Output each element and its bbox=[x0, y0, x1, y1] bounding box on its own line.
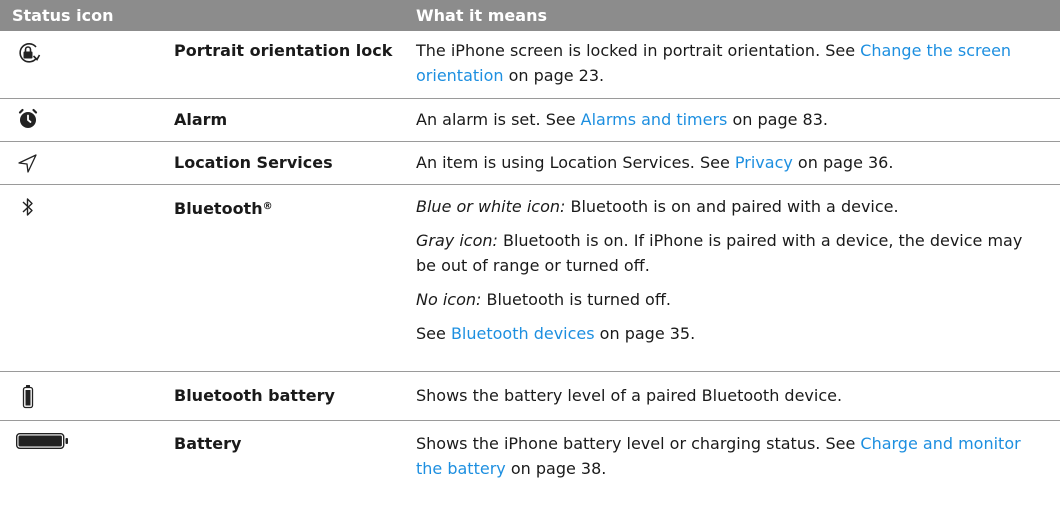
table-header: Status icon What it means bbox=[0, 0, 1060, 31]
link-alarms-and-timers[interactable]: Alarms and timers bbox=[581, 110, 728, 129]
row-description: An alarm is set. See Alarms and timers o… bbox=[416, 110, 828, 129]
portrait-orientation-lock-icon bbox=[16, 41, 41, 65]
bluetooth-battery-icon bbox=[16, 384, 40, 409]
bluetooth-paragraph-gray: Gray icon: Bluetooth is on. If iPhone is… bbox=[416, 231, 1023, 275]
bluetooth-paragraph-blue: Blue or white icon: Bluetooth is on and … bbox=[416, 197, 899, 216]
row-description: Blue or white icon: Bluetooth is on and … bbox=[416, 194, 1036, 346]
link-privacy[interactable]: Privacy bbox=[735, 153, 793, 172]
row-name: Bluetooth® bbox=[174, 199, 273, 218]
row-description: An item is using Location Services. See … bbox=[416, 153, 894, 172]
row-name: Alarm bbox=[174, 110, 228, 129]
bluetooth-paragraph-none: No icon: Bluetooth is turned off. bbox=[416, 290, 671, 309]
bluetooth-icon bbox=[16, 195, 40, 219]
alarm-icon bbox=[16, 107, 40, 131]
table-row: Bluetooth battery Shows the battery leve… bbox=[0, 372, 1060, 420]
battery-icon bbox=[16, 433, 70, 449]
header-what-it-means: What it means bbox=[416, 6, 547, 25]
registered-mark: ® bbox=[262, 201, 273, 212]
table-row: Portrait orientation lock The iPhone scr… bbox=[0, 31, 1060, 96]
row-description: Shows the iPhone battery level or chargi… bbox=[416, 434, 1021, 478]
table-row: Bluetooth® Blue or white icon: Bluetooth… bbox=[0, 185, 1060, 371]
table-row: Alarm An alarm is set. See Alarms and ti… bbox=[0, 99, 1060, 141]
location-services-icon bbox=[16, 151, 40, 175]
row-name: Portrait orientation lock bbox=[174, 41, 393, 60]
row-description: The iPhone screen is locked in portrait … bbox=[416, 41, 1012, 85]
bluetooth-paragraph-see: See Bluetooth devices on page 35. bbox=[416, 324, 696, 343]
link-bluetooth-devices[interactable]: Bluetooth devices bbox=[451, 324, 595, 343]
row-name: Location Services bbox=[174, 153, 333, 172]
header-status-icon: Status icon bbox=[12, 6, 114, 25]
table-row: Location Services An item is using Locat… bbox=[0, 142, 1060, 184]
row-name: Battery bbox=[174, 434, 242, 453]
row-name: Bluetooth battery bbox=[174, 386, 335, 405]
table-row: Battery Shows the iPhone battery level o… bbox=[0, 421, 1060, 531]
row-description: Shows the battery level of a paired Blue… bbox=[416, 386, 843, 405]
